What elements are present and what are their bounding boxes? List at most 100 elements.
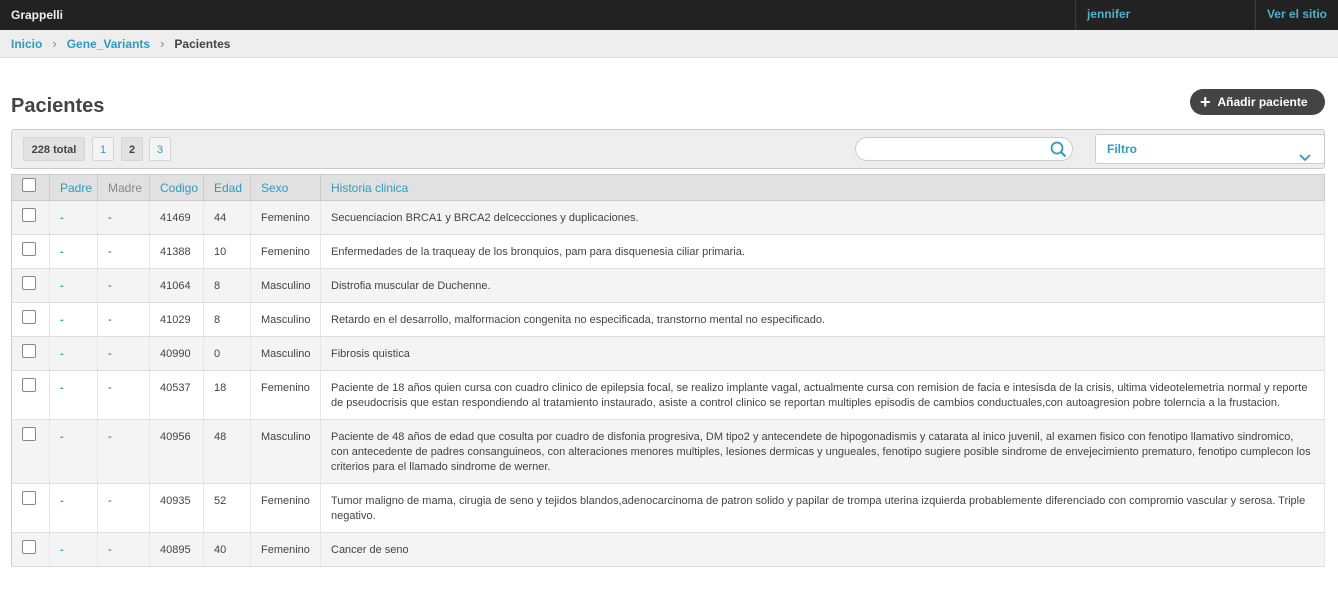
- page-2-current: 2: [121, 137, 143, 161]
- madre-cell: -: [97, 370, 150, 420]
- view-site-link[interactable]: Ver el sitio: [1254, 0, 1338, 30]
- padre-cell[interactable]: -: [49, 532, 98, 567]
- row-select-cell: [11, 370, 50, 420]
- edad-cell: 8: [203, 302, 251, 337]
- changelist-toolbar: 228 total 1 2 3 Filtro: [11, 129, 1325, 169]
- row-select-cell: [11, 234, 50, 269]
- historia-cell: Enfermedades de la traqueay de los bronq…: [320, 234, 1325, 269]
- sexo-cell: Masculino: [250, 268, 321, 303]
- sexo-cell: Femenino: [250, 532, 321, 567]
- column-header-codigo[interactable]: Codigo: [149, 174, 204, 201]
- table-row: - - 41469 44 Femenino Secuenciacion BRCA…: [11, 200, 1325, 235]
- page-title: Pacientes: [11, 95, 105, 117]
- codigo-cell: 40990: [149, 336, 204, 371]
- column-header-sexo[interactable]: Sexo: [250, 174, 321, 201]
- table-row: - - 40935 52 Femenino Tumor maligno de m…: [11, 483, 1325, 533]
- search-input[interactable]: [866, 139, 1050, 161]
- results-table: Padre Madre Codigo Edad Sexo Historia cl…: [11, 174, 1325, 567]
- breadcrumb-home-link[interactable]: Inicio: [11, 37, 42, 51]
- table-row: - - 40990 0 Masculino Fibrosis quistica: [11, 336, 1325, 371]
- column-header-historia[interactable]: Historia clinica: [320, 174, 1325, 201]
- codigo-cell: 40935: [149, 483, 204, 533]
- top-navigation-bar: Grappelli jennifer Ver el sitio: [0, 0, 1338, 30]
- codigo-cell: 40895: [149, 532, 204, 567]
- page-1-link[interactable]: 1: [92, 137, 114, 161]
- table-row: - - 41029 8 Masculino Retardo en el desa…: [11, 302, 1325, 337]
- sexo-cell: Femenino: [250, 234, 321, 269]
- padre-cell[interactable]: -: [49, 370, 98, 420]
- padre-cell[interactable]: -: [49, 483, 98, 533]
- padre-cell[interactable]: -: [49, 234, 98, 269]
- column-header-edad[interactable]: Edad: [203, 174, 251, 201]
- edad-cell: 10: [203, 234, 251, 269]
- codigo-cell: 40956: [149, 419, 204, 484]
- madre-cell: -: [97, 532, 150, 567]
- chevron-right-icon: ›: [52, 36, 57, 51]
- edad-cell: 0: [203, 336, 251, 371]
- table-header-row: Padre Madre Codigo Edad Sexo Historia cl…: [11, 174, 1325, 201]
- codigo-cell: 41469: [149, 200, 204, 235]
- edad-cell: 48: [203, 419, 251, 484]
- madre-cell: -: [97, 483, 150, 533]
- row-checkbox[interactable]: [22, 344, 36, 358]
- row-select-cell: [11, 302, 50, 337]
- breadcrumb-app-link[interactable]: Gene_Variants: [67, 37, 150, 51]
- row-checkbox[interactable]: [22, 310, 36, 324]
- page-3-link[interactable]: 3: [149, 137, 171, 161]
- padre-cell[interactable]: -: [49, 268, 98, 303]
- madre-cell: -: [97, 336, 150, 371]
- filter-label: Filtro: [1107, 142, 1137, 156]
- table-row: - - 40895 40 Femenino Cancer de seno: [11, 532, 1325, 567]
- row-checkbox[interactable]: [22, 378, 36, 392]
- padre-cell[interactable]: -: [49, 302, 98, 337]
- historia-cell: Retardo en el desarrollo, malformacion c…: [320, 302, 1325, 337]
- historia-cell: Paciente de 18 años quien cursa con cuad…: [320, 370, 1325, 420]
- sexo-cell: Masculino: [250, 302, 321, 337]
- add-paciente-button[interactable]: + Añadir paciente: [1190, 89, 1325, 115]
- column-header-madre: Madre: [97, 174, 150, 201]
- table-row: - - 40956 48 Masculino Paciente de 48 añ…: [11, 419, 1325, 484]
- sexo-cell: Femenino: [250, 370, 321, 420]
- madre-cell: -: [97, 268, 150, 303]
- sexo-cell: Femenino: [250, 483, 321, 533]
- row-checkbox[interactable]: [22, 540, 36, 554]
- sexo-cell: Masculino: [250, 336, 321, 371]
- row-select-cell: [11, 532, 50, 567]
- row-checkbox[interactable]: [22, 427, 36, 441]
- edad-cell: 8: [203, 268, 251, 303]
- row-checkbox[interactable]: [22, 242, 36, 256]
- codigo-cell: 40537: [149, 370, 204, 420]
- search-icon[interactable]: [1050, 141, 1067, 161]
- table-row: - - 40537 18 Femenino Paciente de 18 año…: [11, 370, 1325, 420]
- row-select-cell: [11, 419, 50, 484]
- select-all-checkbox[interactable]: [22, 178, 36, 192]
- row-checkbox[interactable]: [22, 208, 36, 222]
- row-checkbox[interactable]: [22, 491, 36, 505]
- historia-cell: Secuenciacion BRCA1 y BRCA2 delcecciones…: [320, 200, 1325, 235]
- result-count[interactable]: 228 total: [23, 137, 85, 161]
- sexo-cell: Femenino: [250, 200, 321, 235]
- edad-cell: 52: [203, 483, 251, 533]
- column-header-padre[interactable]: Padre: [49, 174, 98, 201]
- codigo-cell: 41388: [149, 234, 204, 269]
- breadcrumb-current: Pacientes: [174, 36, 231, 51]
- padre-cell[interactable]: -: [49, 200, 98, 235]
- row-select-cell: [11, 336, 50, 371]
- row-select-cell: [11, 268, 50, 303]
- edad-cell: 44: [203, 200, 251, 235]
- madre-cell: -: [97, 234, 150, 269]
- results-table-wrapper: Padre Madre Codigo Edad Sexo Historia cl…: [11, 174, 1325, 567]
- padre-cell[interactable]: -: [49, 419, 98, 484]
- historia-cell: Tumor maligno de mama, cirugia de seno y…: [320, 483, 1325, 533]
- brand-title[interactable]: Grappelli: [11, 8, 63, 22]
- historia-cell: Paciente de 48 años de edad que cosulta …: [320, 419, 1325, 484]
- row-select-cell: [11, 483, 50, 533]
- row-checkbox[interactable]: [22, 276, 36, 290]
- historia-cell: Distrofia muscular de Duchenne.: [320, 268, 1325, 303]
- filter-dropdown[interactable]: Filtro: [1095, 134, 1325, 164]
- padre-cell[interactable]: -: [49, 336, 98, 371]
- table-body: - - 41469 44 Femenino Secuenciacion BRCA…: [11, 200, 1325, 567]
- table-row: - - 41064 8 Masculino Distrofia muscular…: [11, 268, 1325, 303]
- user-menu[interactable]: jennifer: [1074, 0, 1255, 30]
- select-all-header: [11, 174, 50, 201]
